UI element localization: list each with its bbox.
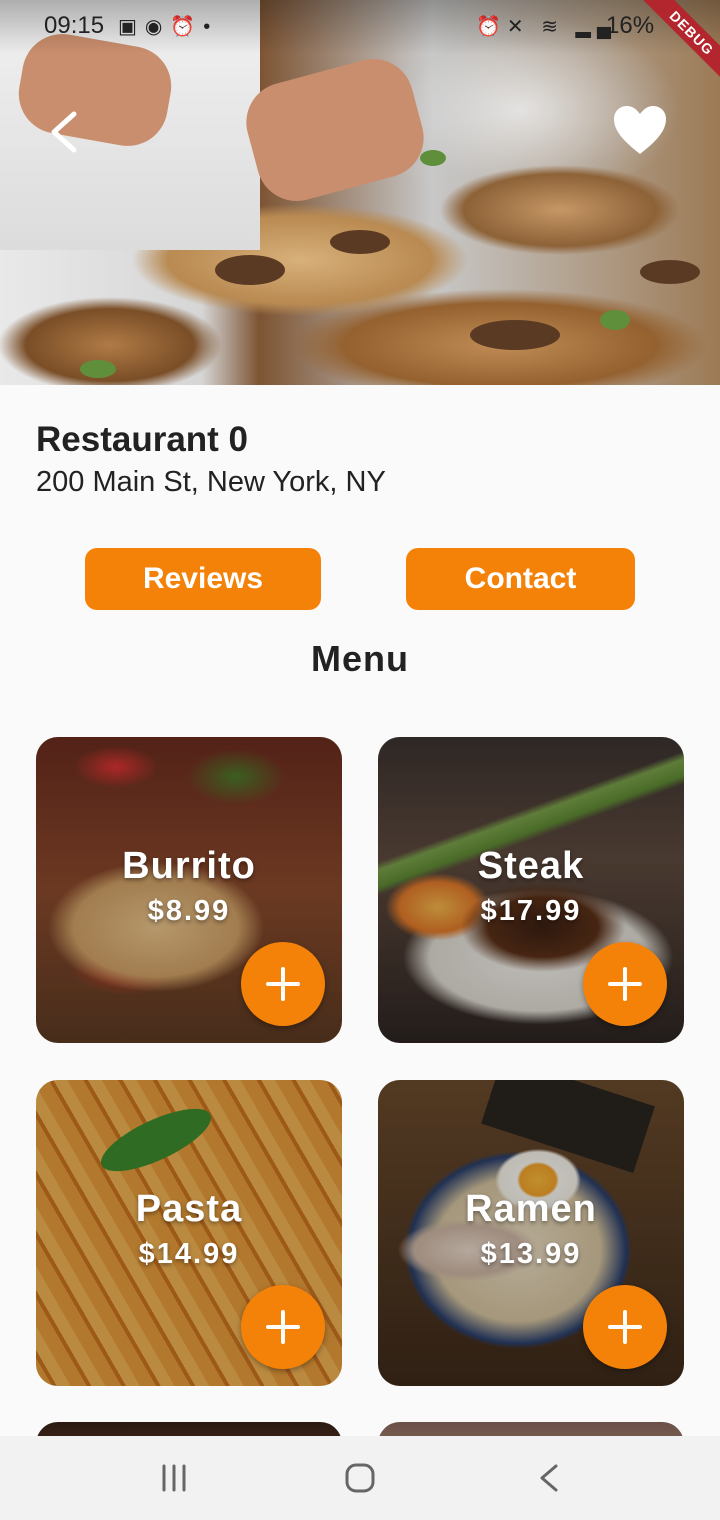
status-system-icons: ⏰✕ ≋ ▂▄ bbox=[476, 16, 618, 38]
contact-button[interactable]: Contact bbox=[406, 548, 635, 610]
restaurant-hero-image: 09:15 ▣◉⏰• ⏰✕ ≋ ▂▄ 16% DEBUG bbox=[0, 0, 720, 385]
food-detail bbox=[600, 310, 630, 330]
heart-icon bbox=[614, 106, 666, 154]
add-to-cart-button[interactable] bbox=[583, 942, 667, 1026]
menu-item-price: $8.99 bbox=[147, 895, 231, 927]
home-button[interactable] bbox=[340, 1458, 380, 1498]
battery-indicator: 16% bbox=[606, 12, 655, 39]
plus-icon bbox=[608, 1310, 642, 1344]
restaurant-address: 200 Main St, New York, NY bbox=[36, 466, 386, 498]
contact-button-label: Contact bbox=[464, 562, 577, 595]
status-time: 09:15 bbox=[44, 12, 105, 39]
menu-item-price: $14.99 bbox=[138, 1238, 240, 1270]
menu-item-steak[interactable]: Steak $17.99 bbox=[378, 737, 684, 1043]
plus-icon bbox=[608, 967, 642, 1001]
food-detail bbox=[470, 320, 560, 350]
menu-item-name: Steak bbox=[477, 845, 585, 887]
add-to-cart-button[interactable] bbox=[241, 1285, 325, 1369]
food-detail bbox=[215, 255, 285, 285]
menu-title: Menu bbox=[311, 638, 409, 679]
back-icon bbox=[540, 1464, 558, 1492]
menu-item-burrito[interactable]: Burrito $8.99 bbox=[36, 737, 342, 1043]
menu-item-price: $13.99 bbox=[480, 1238, 582, 1270]
menu-item-price: $17.99 bbox=[480, 895, 582, 927]
plus-icon bbox=[266, 1310, 300, 1344]
restaurant-name: Restaurant 0 bbox=[36, 420, 249, 459]
recent-apps-icon bbox=[162, 1464, 186, 1492]
food-detail bbox=[640, 260, 700, 284]
menu-item-ramen[interactable]: Ramen $13.99 bbox=[378, 1080, 684, 1386]
reviews-button[interactable]: Reviews bbox=[85, 548, 321, 610]
menu-item-name: Ramen bbox=[465, 1188, 597, 1230]
home-icon bbox=[345, 1463, 375, 1493]
plus-icon bbox=[266, 967, 300, 1001]
menu-item-name: Pasta bbox=[135, 1188, 243, 1230]
system-back-button[interactable] bbox=[534, 1458, 564, 1498]
reviews-button-label: Reviews bbox=[142, 562, 264, 595]
food-detail bbox=[420, 150, 446, 166]
status-notification-icons: ▣◉⏰• bbox=[118, 16, 219, 38]
food-detail bbox=[330, 230, 390, 254]
system-navigation-bar bbox=[0, 1436, 720, 1520]
add-to-cart-button[interactable] bbox=[583, 1285, 667, 1369]
back-button[interactable] bbox=[42, 108, 86, 156]
add-to-cart-button[interactable] bbox=[241, 942, 325, 1026]
menu-item-name: Burrito bbox=[122, 845, 256, 887]
chef-arm bbox=[237, 50, 433, 210]
favorite-button[interactable] bbox=[612, 104, 668, 156]
menu-item-pasta[interactable]: Pasta $14.99 bbox=[36, 1080, 342, 1386]
food-detail bbox=[80, 360, 116, 378]
recent-apps-button[interactable] bbox=[158, 1458, 190, 1498]
chevron-left-icon bbox=[51, 111, 77, 153]
